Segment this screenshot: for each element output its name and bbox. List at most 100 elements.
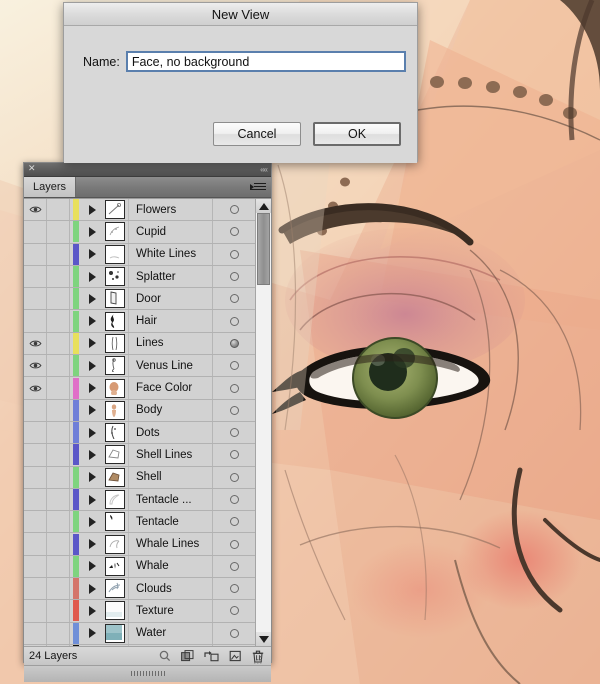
layer-lock-toggle[interactable] [47,199,70,221]
layer-target-circle[interactable] [212,399,255,421]
layer-visibility-toggle[interactable] [24,466,47,488]
layer-row[interactable]: Lines [24,332,255,356]
layer-lock-toggle[interactable] [47,511,70,533]
layers-panel-titlebar[interactable]: ✕ «« [24,163,271,177]
layer-row[interactable]: Door [24,288,255,311]
layer-visibility-toggle[interactable] [24,221,47,243]
collapse-panel-icon[interactable]: «« [260,164,268,175]
layer-visibility-toggle[interactable] [24,199,47,221]
layer-row[interactable]: Shell Lines [24,444,255,467]
layer-visibility-toggle[interactable] [24,622,47,644]
layer-visibility-toggle[interactable] [24,243,47,265]
layer-row[interactable]: Whale Lines [24,533,255,556]
layer-target-circle[interactable] [212,221,255,243]
layer-target-circle[interactable] [212,578,255,600]
layer-name[interactable]: White Lines [128,243,212,265]
layer-lock-toggle[interactable] [47,421,70,444]
layer-expand-triangle-icon[interactable] [82,467,102,488]
layer-name[interactable]: Hair [128,310,212,332]
layer-target-circle[interactable] [212,332,255,355]
layer-name[interactable]: Venus Line [128,355,212,377]
layer-row[interactable]: Texture [24,600,255,623]
layer-visibility-toggle[interactable] [24,332,47,355]
clipping-mask-icon[interactable] [181,650,194,662]
layer-name[interactable]: Clouds [128,578,212,600]
layer-name[interactable]: Cupid [128,221,212,243]
layer-visibility-toggle[interactable] [24,488,47,511]
layer-visibility-toggle[interactable] [24,600,47,622]
layer-expand-triangle-icon[interactable] [82,355,102,376]
layer-visibility-toggle[interactable] [24,511,47,533]
layer-lock-toggle[interactable] [47,265,70,288]
new-view-dialog[interactable]: New View Name: Face, no background Cance… [63,2,418,163]
layer-lock-toggle[interactable] [47,555,70,578]
layer-expand-triangle-icon[interactable] [82,310,102,331]
tab-layers[interactable]: Layers [24,177,77,197]
layer-name[interactable]: Face Color [128,377,212,399]
layer-row[interactable]: Flowers [24,199,255,222]
layer-lock-toggle[interactable] [47,377,70,399]
layer-target-circle[interactable] [212,600,255,622]
layer-lock-toggle[interactable] [47,622,70,644]
layer-name[interactable]: Shell Lines [128,444,212,466]
layer-lock-toggle[interactable] [47,533,70,555]
layer-name[interactable]: Flowers [128,199,212,221]
layer-target-circle[interactable] [212,199,255,221]
layer-name[interactable]: Dots [128,421,212,444]
layer-row[interactable]: Shell [24,466,255,489]
layer-expand-triangle-icon[interactable] [82,600,102,621]
layer-row[interactable]: Clouds [24,578,255,601]
layer-visibility-toggle[interactable] [24,555,47,578]
layer-lock-toggle[interactable] [47,243,70,265]
layer-target-circle[interactable] [212,444,255,466]
layers-list[interactable]: Flowers Cupid White Lines Splatter Door Hair L… [24,198,271,646]
layer-row[interactable]: Body [24,399,255,422]
layer-visibility-toggle[interactable] [24,377,47,399]
layer-row[interactable]: Dots [24,421,255,445]
layer-name[interactable]: Whale [128,555,212,578]
close-icon[interactable]: ✕ [28,164,36,175]
layer-expand-triangle-icon[interactable] [82,533,102,554]
layer-name[interactable]: Tentacle [128,511,212,533]
layers-scrollbar[interactable] [255,199,271,646]
layer-expand-triangle-icon[interactable] [82,288,102,309]
layer-visibility-toggle[interactable] [24,533,47,555]
layer-row[interactable]: Hair [24,310,255,333]
layer-name[interactable]: Lines [128,332,212,355]
layer-expand-triangle-icon[interactable] [82,623,102,644]
layer-name[interactable]: Whale Lines [128,533,212,555]
new-sublayer-icon[interactable] [204,650,219,662]
panel-grabber-icon[interactable] [130,671,165,676]
layer-row[interactable]: White Lines [24,243,255,266]
layer-lock-toggle[interactable] [47,221,70,243]
resize-grip-icon[interactable] [254,656,262,664]
layer-lock-toggle[interactable] [47,444,70,466]
layer-visibility-toggle[interactable] [24,310,47,332]
layer-lock-toggle[interactable] [47,399,70,421]
layer-target-circle[interactable] [212,310,255,332]
layer-visibility-toggle[interactable] [24,578,47,600]
layer-target-circle[interactable] [212,243,255,265]
layer-visibility-toggle[interactable] [24,421,47,444]
layer-target-circle[interactable] [212,466,255,488]
layer-expand-triangle-icon[interactable] [82,400,102,421]
layer-expand-triangle-icon[interactable] [82,377,102,398]
layer-target-circle[interactable] [212,511,255,533]
layer-expand-triangle-icon[interactable] [82,221,102,242]
layer-lock-toggle[interactable] [47,310,70,332]
layer-target-circle[interactable] [212,555,255,578]
layer-visibility-toggle[interactable] [24,444,47,466]
layers-panel-resize-bar[interactable] [24,665,271,682]
layer-row[interactable]: Whale [24,555,255,579]
scrollbar-thumb[interactable] [257,213,270,285]
layer-name[interactable]: Water [128,622,212,644]
scrollbar-track[interactable] [256,213,271,632]
layer-expand-triangle-icon[interactable] [82,444,102,465]
layer-row[interactable]: Splatter [24,265,255,289]
new-layer-icon[interactable] [229,650,242,662]
layer-target-circle[interactable] [212,533,255,555]
layer-name[interactable]: Body [128,399,212,421]
layer-lock-toggle[interactable] [47,332,70,355]
layer-expand-triangle-icon[interactable] [82,333,102,354]
layer-name[interactable]: Door [128,288,212,310]
